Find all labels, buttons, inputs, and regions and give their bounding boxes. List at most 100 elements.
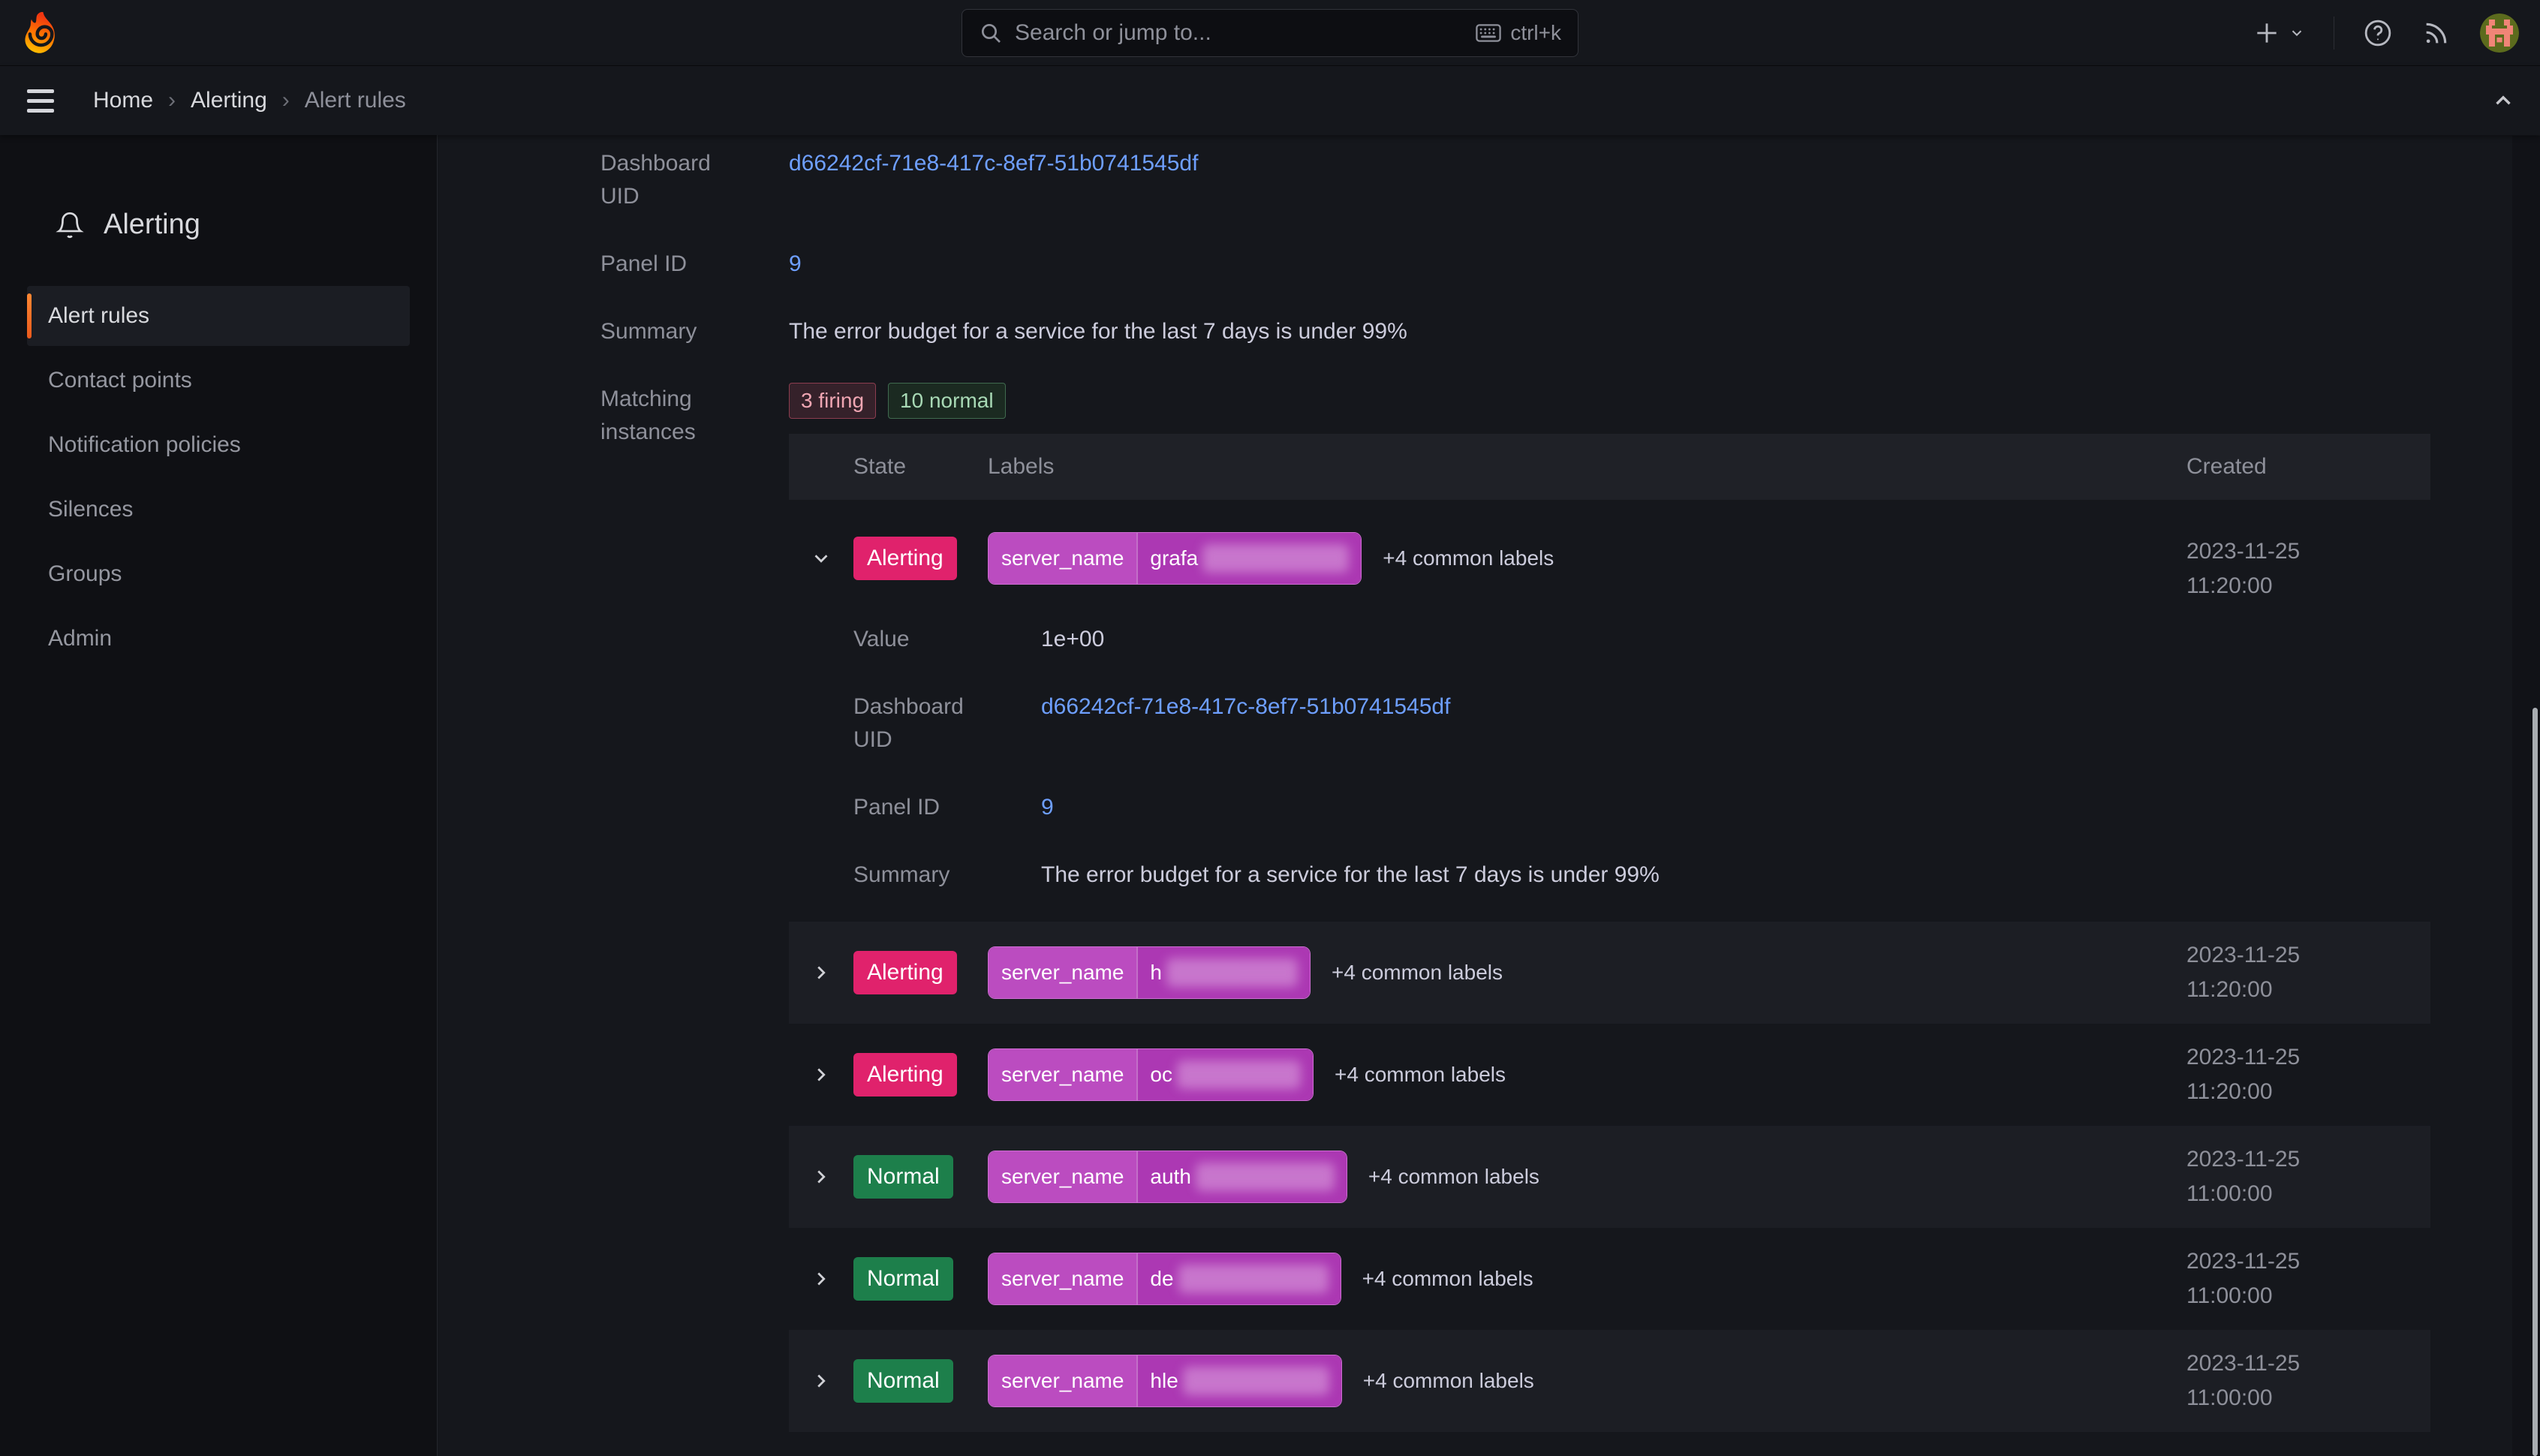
detail-value: 1e+00 <box>1041 623 2430 656</box>
keyboard-shortcut: ctrl+k <box>1476 21 1561 45</box>
table-body: Alerting server_namegrafa +4 common labels… <box>789 500 2430 1456</box>
instance-expanded-details: Value1e+00 Dashboard UIDd66242cf-71e8-417… <box>789 603 2430 922</box>
label-pill[interactable]: server_namehle <box>988 1355 1342 1407</box>
table-row: Alerting server_nameh +4 common labels 2023… <box>789 922 2430 1024</box>
created-timestamp: 2023-11-2511:20:00 <box>2186 938 2430 1007</box>
rule-details: Dashboard UIDd66242cf-71e8-417c-8ef7-51b… <box>600 147 2430 348</box>
collapse-header-button[interactable] <box>2490 88 2516 113</box>
label-value-visible: h <box>1150 956 1162 989</box>
sidebar-item-contact-points[interactable]: Contact points <box>27 350 410 411</box>
state-badge-alerting: Alerting <box>853 951 957 994</box>
label-value-visible: de <box>1150 1262 1173 1295</box>
table-row: Normal server_name de +4 common labels 2023-… <box>789 1228 2430 1330</box>
state-badge-normal: Normal <box>853 1257 953 1301</box>
sidebar-item-notification-policies[interactable]: Notification policies <box>27 415 410 475</box>
redacted-label-value <box>1183 1367 1329 1395</box>
expand-row-button[interactable] <box>789 1268 853 1290</box>
label-pill[interactable]: server_nameh <box>988 946 1311 999</box>
label-pill[interactable]: server_nameauth <box>988 1151 1347 1203</box>
table-row: Alerting server_namegrafa +4 common labels… <box>789 500 2430 922</box>
sidebar: Alerting Alert rulesContact pointsNotifi… <box>0 135 438 1456</box>
sidebar-item-silences[interactable]: Silences <box>27 480 410 540</box>
detail-value-link[interactable]: 9 <box>1041 795 1054 820</box>
chevron-down-icon <box>810 547 832 570</box>
created-timestamp: 2023-11-2511:00:00 <box>2186 1244 2430 1313</box>
new-button[interactable] <box>2253 19 2305 47</box>
sidebar-item-groups[interactable]: Groups <box>27 544 410 604</box>
sidebar-section-title: Alerting <box>0 209 437 241</box>
detail-label: Summary <box>600 315 789 348</box>
instances-table: State Labels Created Alertingserver_name… <box>789 434 2430 1456</box>
chevron-right-icon <box>810 1166 832 1188</box>
created-timestamp: 2023-11-2511:00:00 <box>2186 1142 2430 1211</box>
chevron-right-icon <box>810 1268 832 1290</box>
state-badge-normal: Normal <box>853 1155 953 1199</box>
created-timestamp: 2023-11-2511:20:00 <box>2186 1040 2430 1109</box>
common-labels-text: +4 common labels <box>1332 956 1503 989</box>
chevron-right-icon <box>810 1063 832 1086</box>
table-row: Normalserver_nameind+4 common labels2023… <box>789 1432 2430 1456</box>
label-pill[interactable]: server_nameoc <box>988 1048 1314 1101</box>
search-input[interactable]: Search or jump to... ctrl+k <box>962 9 1578 57</box>
help-button[interactable] <box>2363 18 2393 48</box>
chevron-up-icon <box>2490 88 2516 113</box>
state-badge-alerting: Alerting <box>853 1053 957 1097</box>
scrollbar-thumb[interactable] <box>2532 708 2538 1456</box>
detail-value-link[interactable]: d66242cf-71e8-417c-8ef7-51b0741545df <box>1041 694 1450 719</box>
redacted-label-value <box>1202 544 1349 573</box>
bell-icon <box>56 211 84 239</box>
chevron-right-icon <box>810 961 832 984</box>
label-value-visible: hle <box>1150 1364 1178 1397</box>
label-key: server_name <box>989 1253 1136 1304</box>
grafana-logo[interactable] <box>23 12 62 54</box>
chip-3-firing: 3 firing <box>789 383 876 419</box>
avatar[interactable] <box>2480 14 2519 53</box>
matching-instances-section: Matching instances 3 firing10 normal Sta… <box>600 383 2430 1456</box>
breadcrumb-item-alerting[interactable]: Alerting <box>191 88 267 113</box>
detail-label: Dashboard UID <box>853 690 1041 757</box>
label-pill[interactable]: server_namegrafa <box>988 532 1362 585</box>
news-button[interactable] <box>2421 18 2451 48</box>
main-content: Dashboard UIDd66242cf-71e8-417c-8ef7-51b… <box>438 135 2540 1456</box>
keyboard-icon <box>1476 23 1501 43</box>
common-labels-text: +4 common labels <box>1362 1262 1533 1295</box>
detail-row-value: Value1e+00 <box>853 623 2430 656</box>
common-labels-text: +4 common labels <box>1383 542 1554 575</box>
sidebar-item-admin[interactable]: Admin <box>27 609 410 669</box>
expand-row-button[interactable] <box>789 1370 853 1392</box>
label-key: server_name <box>989 1151 1136 1202</box>
label-pill[interactable]: server_name de <box>988 1253 1341 1305</box>
detail-value: The error budget for a service for the l… <box>789 315 2430 348</box>
collapse-row-button[interactable] <box>789 547 853 570</box>
detail-row-dashboard-uid: Dashboard UIDd66242cf-71e8-417c-8ef7-51b… <box>600 147 2430 213</box>
common-labels-text: +4 common labels <box>1363 1364 1534 1397</box>
expand-row-button[interactable] <box>789 961 853 984</box>
redacted-label-value <box>1177 1060 1301 1089</box>
expand-row-button[interactable] <box>789 1063 853 1086</box>
menu-toggle-button[interactable] <box>27 89 54 113</box>
redacted-label-value <box>1196 1163 1335 1191</box>
search-icon <box>979 21 1003 45</box>
breadcrumb-item-home[interactable]: Home <box>93 88 153 113</box>
breadcrumb: Home›Alerting›Alert rules <box>93 88 406 113</box>
detail-value-link[interactable]: d66242cf-71e8-417c-8ef7-51b0741545df <box>789 151 1198 176</box>
detail-value-link[interactable]: 9 <box>789 251 802 276</box>
chevron-down-icon <box>2289 25 2305 41</box>
detail-row-summary: SummaryThe error budget for a service fo… <box>853 859 2430 892</box>
detail-label: Dashboard UID <box>600 147 789 213</box>
search-placeholder: Search or jump to... <box>1015 20 1464 46</box>
detail-label: Value <box>853 623 1041 656</box>
topbar-actions <box>2253 14 2519 53</box>
expand-row-button[interactable] <box>789 1166 853 1188</box>
instance-state-chips: 3 firing10 normal <box>789 383 2430 419</box>
state-badge-alerting: Alerting <box>853 537 957 580</box>
col-header-labels: Labels <box>988 450 2186 483</box>
created-timestamp: 2023-11-2511:20:00 <box>2186 513 2430 603</box>
sidebar-item-alert-rules[interactable]: Alert rules <box>27 286 410 346</box>
col-header-created: Created <box>2186 450 2430 483</box>
redacted-label-value <box>1178 1265 1329 1293</box>
detail-row-summary: SummaryThe error budget for a service fo… <box>600 315 2430 348</box>
created-timestamp: 2023-11-2511:00:00 <box>2186 1448 2430 1456</box>
state-badge-normal: Normal <box>853 1359 953 1403</box>
chevron-right-icon <box>810 1370 832 1392</box>
